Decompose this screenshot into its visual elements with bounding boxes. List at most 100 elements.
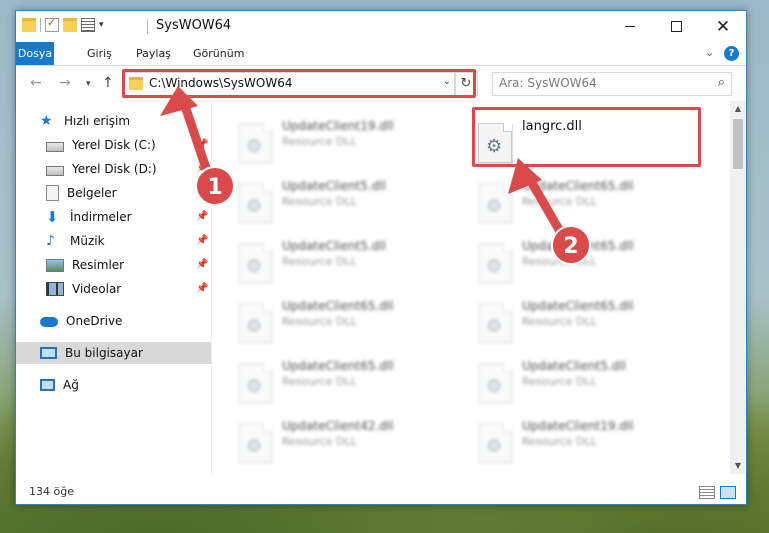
- folder-icon: [22, 18, 36, 32]
- drive-icon: [46, 165, 64, 176]
- file-highlight-box: [472, 107, 701, 167]
- file-type: Resource DLL: [282, 375, 357, 388]
- nav-item-quick-access[interactable]: ★ Hızlı erişim: [16, 110, 211, 132]
- gear-icon: ⚙: [246, 136, 263, 157]
- tab-view[interactable]: Görünüm: [183, 42, 254, 65]
- file-type: Resource DLL: [522, 375, 597, 388]
- scrollbar-thumb[interactable]: [733, 119, 743, 169]
- forward-arrow-icon[interactable]: →: [59, 75, 71, 91]
- file-type: Resource DLL: [522, 195, 597, 208]
- file-name: UpdateClient5.dll: [282, 239, 386, 253]
- nav-item-videos[interactable]: Videolar 📌: [16, 278, 211, 300]
- file-item[interactable]: ⚙ UpdateClient65.dll Resource DLL: [232, 357, 462, 417]
- nav-item-label: Belgeler: [67, 186, 117, 200]
- tab-file[interactable]: Dosya: [16, 42, 54, 65]
- file-item[interactable]: ⚙ UpdateClient65.dll Resource DLL: [232, 297, 462, 357]
- file-item[interactable]: ⚙ UpdateClient5.dll Resource DLL: [232, 237, 462, 297]
- downloads-icon: ⬇: [46, 208, 59, 226]
- tab-share[interactable]: Paylaş: [126, 42, 181, 65]
- pin-icon: 📌: [196, 259, 209, 270]
- nav-item-this-pc[interactable]: Bu bilgisayar: [16, 342, 211, 364]
- pin-icon: 📌: [196, 235, 209, 246]
- nav-item-label: Yerel Disk (D:): [72, 162, 157, 176]
- file-item[interactable]: ⚙ UpdateClient19.dll Resource DLL: [472, 417, 702, 477]
- dll-file-icon: ⚙: [238, 243, 272, 283]
- file-item[interactable]: ⚙ UpdateClient19.dll Resource DLL: [232, 117, 462, 177]
- new-folder-icon[interactable]: [63, 18, 77, 32]
- file-name: UpdateClient19.dll: [522, 419, 634, 433]
- nav-item-label: Bu bilgisayar: [65, 346, 143, 360]
- qat-customize-icon[interactable]: ▾: [99, 20, 104, 30]
- file-item[interactable]: ⚙ UpdateClient42.dll Resource DLL: [232, 417, 462, 477]
- maximize-button[interactable]: [653, 11, 699, 42]
- file-name: UpdateClient65.dll: [522, 239, 634, 253]
- gear-icon: ⚙: [486, 436, 503, 457]
- pin-icon: 📌: [196, 139, 209, 150]
- close-button[interactable]: ✕: [700, 11, 746, 42]
- dll-file-icon: ⚙: [238, 123, 272, 163]
- window-title: SysWOW64: [156, 18, 232, 33]
- dll-file-icon: ⚙: [238, 423, 272, 463]
- gear-icon: ⚙: [486, 316, 503, 337]
- nav-item-local-disk-d[interactable]: Yerel Disk (D:) 📌: [16, 158, 211, 180]
- recent-locations-icon[interactable]: ▾: [86, 79, 91, 89]
- nav-item-documents[interactable]: Belgeler 📌: [16, 182, 211, 204]
- nav-item-local-disk-c[interactable]: Yerel Disk (C:) 📌: [16, 134, 211, 156]
- file-type: Resource DLL: [522, 435, 597, 448]
- file-explorer-window: ▾ SysWOW64 ✕ Dosya Giriş Paylaş Görünüm …: [15, 10, 747, 505]
- details-view-icon[interactable]: [699, 486, 715, 499]
- nav-item-music[interactable]: ♪ Müzik 📌: [16, 230, 211, 252]
- scroll-down-icon[interactable]: ▼: [730, 458, 746, 474]
- file-item[interactable]: ⚙ UpdateClient65.dll Resource DLL: [472, 177, 702, 237]
- help-icon[interactable]: ?: [724, 46, 739, 61]
- file-item[interactable]: ⚙ UpdateClient5.dll Resource DLL: [232, 177, 462, 237]
- nav-item-onedrive[interactable]: OneDrive: [16, 310, 211, 332]
- pin-icon: 📌: [196, 163, 209, 174]
- gear-icon: ⚙: [246, 256, 263, 277]
- network-icon: [40, 379, 55, 391]
- tab-home[interactable]: Giriş: [77, 42, 122, 65]
- file-name: UpdateClient65.dll: [282, 299, 394, 313]
- file-type: Resource DLL: [282, 315, 357, 328]
- file-item[interactable]: ⚙ UpdateClient65.dll Resource DLL: [472, 297, 702, 357]
- gear-icon: ⚙: [486, 196, 503, 217]
- dll-file-icon: ⚙: [238, 183, 272, 223]
- gear-icon: ⚙: [246, 196, 263, 217]
- view-icon[interactable]: [81, 18, 95, 32]
- nav-item-label: Yerel Disk (C:): [72, 138, 156, 152]
- gear-icon: ⚙: [486, 376, 503, 397]
- dll-file-icon: ⚙: [478, 303, 512, 343]
- nav-item-label: Videolar: [72, 282, 122, 296]
- dll-file-icon: ⚙: [478, 183, 512, 223]
- back-arrow-icon[interactable]: ←: [30, 75, 42, 91]
- file-name: UpdateClient5.dll: [522, 359, 626, 373]
- ribbon-tabs: Dosya Giriş Paylaş Görünüm ⌄ ?: [16, 42, 746, 66]
- vertical-scrollbar[interactable]: ▲ ▼: [730, 101, 746, 474]
- dll-file-icon: ⚙: [478, 423, 512, 463]
- file-type: Resource DLL: [282, 195, 357, 208]
- tiles-view-icon[interactable]: [720, 486, 736, 499]
- nav-item-pictures[interactable]: Resimler 📌: [16, 254, 211, 276]
- scroll-up-icon[interactable]: ▲: [730, 101, 746, 117]
- pin-icon: 📌: [196, 187, 209, 198]
- search-icon[interactable]: ⌕: [718, 75, 725, 90]
- search-input[interactable]: Ara: SysWOW64: [499, 76, 597, 90]
- file-item[interactable]: ⚙ UpdateClient5.dll Resource DLL: [472, 357, 702, 417]
- close-icon: ✕: [715, 16, 731, 37]
- file-item[interactable]: ⚙ UpdateClient65.dll Resource DLL: [472, 237, 702, 297]
- expand-ribbon-icon[interactable]: ⌄: [705, 46, 714, 59]
- properties-icon[interactable]: [45, 16, 59, 32]
- search-box[interactable]: Ara: SysWOW64 ⌕: [492, 72, 732, 96]
- minimize-button[interactable]: [607, 11, 653, 42]
- up-arrow-icon[interactable]: ↑: [102, 75, 114, 91]
- gear-icon: ⚙: [246, 376, 263, 397]
- nav-item-downloads[interactable]: ⬇ İndirmeler 📌: [16, 206, 211, 228]
- title-bar: ▾ SysWOW64 ✕: [16, 11, 746, 42]
- address-highlight-box: [122, 69, 476, 98]
- pin-icon: 📌: [196, 283, 209, 294]
- nav-item-label: Hızlı erişim: [64, 114, 131, 128]
- file-name: UpdateClient65.dll: [522, 179, 634, 193]
- nav-item-label: OneDrive: [66, 314, 123, 328]
- nav-item-network[interactable]: Ağ: [16, 374, 211, 396]
- file-name: UpdateClient5.dll: [282, 179, 386, 193]
